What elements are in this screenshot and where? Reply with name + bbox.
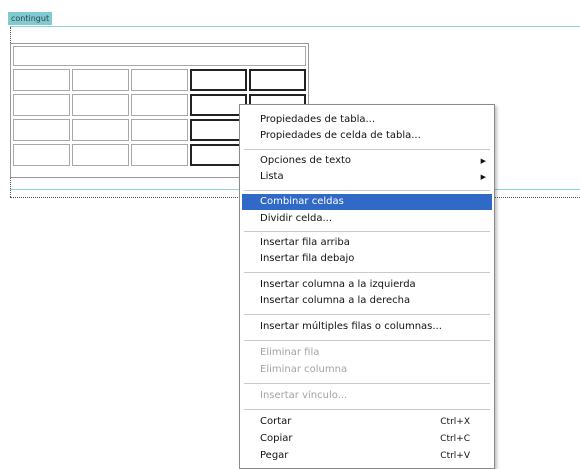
content-region-tag[interactable]: contingut xyxy=(8,12,53,25)
submenu-arrow-icon: ▶ xyxy=(480,173,486,181)
menu-item-insert-row-below[interactable]: Insertar fila debajo xyxy=(242,251,492,267)
menu-item-delete-column: Eliminar columna xyxy=(242,362,492,378)
menu-item-label: Lista xyxy=(260,171,284,182)
menu-item-list[interactable]: Lista ▶ xyxy=(242,169,492,185)
menu-item-copy[interactable]: Copiar Ctrl+C xyxy=(242,431,492,447)
menu-item-delete-row: Eliminar fila xyxy=(242,345,492,361)
menu-item-label: Insertar fila debajo xyxy=(260,253,355,264)
menu-item-label: Insertar columna a la derecha xyxy=(260,295,411,306)
menu-item-label: Cortar xyxy=(260,416,292,427)
menu-item-label: Propiedades de celda de tabla... xyxy=(260,130,421,141)
menu-item-label: Eliminar columna xyxy=(260,364,348,375)
menu-item-insert-link: Insertar vínculo... xyxy=(242,388,492,404)
table-merged-row[interactable] xyxy=(13,46,306,66)
table-cell-selected[interactable] xyxy=(190,69,247,91)
menu-separator xyxy=(244,231,490,232)
menu-separator xyxy=(244,409,490,410)
table-cell[interactable] xyxy=(72,119,129,141)
table-cell[interactable] xyxy=(13,144,70,166)
menu-item-label: Insertar múltiples filas o columnas... xyxy=(260,321,442,332)
context-menu: Propiedades de tabla... Propiedades de c… xyxy=(239,104,495,469)
table-cell[interactable] xyxy=(131,94,188,116)
submenu-arrow-icon: ▶ xyxy=(480,157,486,165)
menu-item-insert-multiple[interactable]: Insertar múltiples filas o columnas... xyxy=(242,319,492,335)
menu-item-insert-column-right[interactable]: Insertar columna a la derecha xyxy=(242,293,492,309)
menu-item-label: Insertar columna a la izquierda xyxy=(260,279,416,290)
menu-item-insert-row-above[interactable]: Insertar fila arriba xyxy=(242,235,492,251)
table-cell-selected[interactable] xyxy=(249,69,306,91)
menu-separator xyxy=(244,149,490,150)
menu-item-split-cell[interactable]: Dividir celda... xyxy=(242,211,492,227)
menu-item-cut[interactable]: Cortar Ctrl+X xyxy=(242,414,492,430)
table-cell[interactable] xyxy=(131,144,188,166)
menu-separator xyxy=(244,272,490,273)
menu-item-insert-column-left[interactable]: Insertar columna a la izquierda xyxy=(242,277,492,293)
menu-separator xyxy=(244,383,490,384)
table-cell[interactable] xyxy=(72,94,129,116)
table-cell[interactable] xyxy=(131,119,188,141)
menu-separator xyxy=(244,340,490,341)
menu-item-label: Opciones de texto xyxy=(260,155,352,166)
menu-item-table-properties[interactable]: Propiedades de tabla... xyxy=(242,112,492,128)
table-cell[interactable] xyxy=(72,144,129,166)
menu-item-label: Insertar fila arriba xyxy=(260,237,350,248)
menu-item-label: Copiar xyxy=(260,433,293,444)
table-cell[interactable] xyxy=(13,94,70,116)
menu-item-shortcut: Ctrl+C xyxy=(440,434,470,444)
menu-item-label: Combinar celdas xyxy=(260,196,344,207)
table-cell[interactable] xyxy=(131,69,188,91)
menu-item-label: Eliminar fila xyxy=(260,347,320,358)
menu-item-shortcut: Ctrl+X xyxy=(440,417,470,427)
menu-item-label: Insertar vínculo... xyxy=(260,390,348,401)
menu-item-label: Dividir celda... xyxy=(260,213,333,224)
menu-item-paste[interactable]: Pegar Ctrl+V xyxy=(242,448,492,464)
region-top-border xyxy=(10,26,580,27)
menu-item-label: Propiedades de tabla... xyxy=(260,114,376,125)
table-cell[interactable] xyxy=(13,69,70,91)
menu-item-merge-cells[interactable]: Combinar celdas xyxy=(242,194,492,210)
menu-item-cell-properties[interactable]: Propiedades de celda de tabla... xyxy=(242,128,492,144)
table-cell[interactable] xyxy=(72,69,129,91)
menu-separator xyxy=(244,314,490,315)
menu-item-shortcut: Ctrl+V xyxy=(440,451,470,461)
table-cell[interactable] xyxy=(13,119,70,141)
menu-item-label: Pegar xyxy=(260,450,289,461)
menu-item-text-options[interactable]: Opciones de texto ▶ xyxy=(242,153,492,169)
menu-separator xyxy=(244,190,490,191)
